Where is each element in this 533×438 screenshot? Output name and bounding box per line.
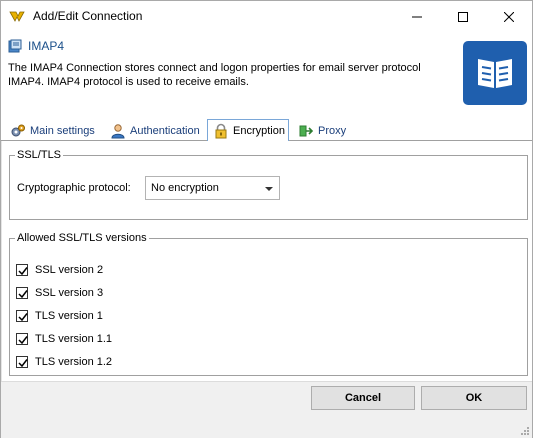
checkbox-label: TLS version 1.1 [35,333,113,345]
imap-icon [8,39,22,53]
protocol-value: No encryption [151,182,219,194]
checkbox[interactable] [16,287,28,299]
minimize-button[interactable] [394,1,440,32]
maximize-icon [458,11,468,22]
tab-encryption-label: Encryption [233,125,285,137]
tab-proxy[interactable]: Proxy [293,121,349,141]
tab-authentication-label: Authentication [130,125,200,137]
cancel-button[interactable]: Cancel [311,386,415,410]
protocol-label: Cryptographic protocol: [17,182,131,194]
checkbox-tls-v1-2[interactable]: TLS version 1.2 [16,354,112,370]
tab-encryption[interactable]: Encryption [207,119,289,142]
ssl-tls-group: SSL/TLS Cryptographic protocol: No encry… [9,149,528,220]
close-button[interactable] [486,1,532,32]
dialog-window: Add/Edit Connection IMAP4 The IMAP4 Conn… [0,0,533,438]
window-title: Add/Edit Connection [33,9,143,23]
checkbox-tls-v1-1[interactable]: TLS version 1.1 [16,331,112,347]
checkbox-ssl-v2[interactable]: SSL version 2 [16,262,103,278]
user-icon [111,124,125,139]
encryption-panel: SSL/TLS Cryptographic protocol: No encry… [1,141,532,381]
header-title: IMAP4 [28,39,65,53]
gears-icon [11,124,25,137]
maximize-button[interactable] [440,1,486,32]
chevron-down-icon [265,187,273,191]
allowed-versions-title: Allowed SSL/TLS versions [15,232,149,245]
protocol-dropdown[interactable]: No encryption [145,176,280,200]
allowed-versions-group: Allowed SSL/TLS versions SSL version 2 S… [9,232,528,376]
connection-app-icon [9,11,25,22]
tab-main-settings[interactable]: Main settings [5,121,99,141]
checkbox[interactable] [16,310,28,322]
checkbox[interactable] [16,356,28,368]
checkbox-label: TLS version 1 [35,310,103,322]
proxy-icon [299,125,314,137]
lock-icon [215,123,227,139]
ok-button[interactable]: OK [421,386,527,410]
header-description: The IMAP4 Connection stores connect and … [8,62,421,88]
resize-grip-icon[interactable] [519,425,529,435]
tab-authentication[interactable]: Authentication [105,121,205,141]
checkbox-label: SSL version 2 [35,264,104,276]
book-icon [463,41,527,105]
checkbox-ssl-v3[interactable]: SSL version 3 [16,285,103,301]
checkbox[interactable] [16,333,28,345]
close-icon [504,11,514,22]
dialog-footer: Cancel OK [1,381,532,438]
tab-proxy-label: Proxy [318,125,347,137]
minimize-icon [412,16,422,17]
checkbox-label: TLS version 1.2 [35,356,113,368]
tab-main-settings-label: Main settings [30,125,95,137]
dialog-header: IMAP4 The IMAP4 Connection stores connec… [1,32,532,114]
checkbox[interactable] [16,264,28,276]
checkbox-tls-v1[interactable]: TLS version 1 [16,308,103,324]
checkbox-label: SSL version 3 [35,287,104,299]
ssl-tls-group-title: SSL/TLS [15,149,64,162]
title-bar: Add/Edit Connection [1,1,532,32]
tab-strip: Main settings Authentication Encryption … [1,119,532,142]
